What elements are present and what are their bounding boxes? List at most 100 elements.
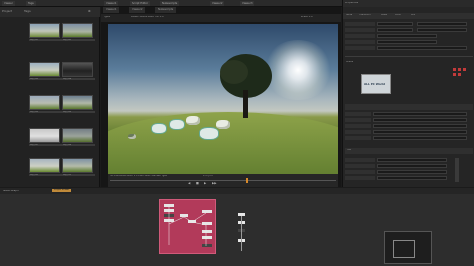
node-graph-minimap[interactable] <box>384 231 432 264</box>
sheep <box>216 120 230 129</box>
clip-label: clip_010 <box>62 174 95 176</box>
properties-panel: Properties Node Transform Mask Color Mix… <box>342 0 474 187</box>
property-label <box>345 112 371 116</box>
property-label <box>345 164 375 168</box>
property-label <box>345 158 375 162</box>
red-marker <box>453 73 456 76</box>
props-tab-mix[interactable]: Mix <box>411 14 415 16</box>
property-label <box>345 40 375 44</box>
clip-thumbnail[interactable] <box>29 23 60 38</box>
tab-viewer1[interactable]: Viewer1 <box>104 1 119 6</box>
node-connection <box>241 216 242 251</box>
viewer-panel: Viewer1 Viewer2 Nukescripts rgba RGBA 19… <box>101 7 341 187</box>
viewer-image[interactable] <box>108 24 338 174</box>
property-field[interactable] <box>377 34 437 38</box>
project-bin-panel: Project Tags ⚙ clip_001 clip_002 clip_00… <box>0 7 100 187</box>
props-tab-color[interactable]: Color <box>395 14 401 16</box>
zoom-select[interactable]: scale 1.0 <box>301 16 313 19</box>
prev-frame-icon[interactable]: ◀ <box>188 182 190 185</box>
node-backdrop[interactable] <box>159 199 216 254</box>
property-field[interactable] <box>373 124 467 128</box>
clip-label: clip_007 <box>29 144 62 146</box>
property-field[interactable] <box>373 136 467 140</box>
viewer-tab-2[interactable]: Viewer2 <box>129 7 146 13</box>
sheep <box>128 134 136 139</box>
property-field[interactable] <box>373 130 467 134</box>
viewer-tab-1[interactable]: Viewer1 <box>103 7 120 13</box>
viewer-status: HD 1920x1080 bbox: 0 0 1920 1080 channel… <box>110 175 167 177</box>
property-field[interactable] <box>417 22 467 26</box>
timeline-track[interactable] <box>110 180 336 181</box>
bin-tab-project[interactable]: Project <box>2 10 12 13</box>
property-field[interactable] <box>373 112 467 116</box>
viewer-info: RGBA 1920x1080 HD 1.0 <box>131 16 164 18</box>
clip-label: clip_003 <box>29 78 62 80</box>
tab-script-editor[interactable]: Script Editor <box>130 1 151 6</box>
clip-thumbnail[interactable] <box>29 128 60 143</box>
tree-image <box>220 54 272 118</box>
property-field[interactable] <box>377 164 447 168</box>
red-marker <box>458 68 461 71</box>
red-marker <box>453 68 456 71</box>
clip-thumbnail[interactable] <box>62 128 93 143</box>
clip-thumbnail[interactable] <box>29 62 60 77</box>
sub-properties-header <box>345 104 473 110</box>
property-label <box>345 176 375 180</box>
props-tab-mask[interactable]: Mask <box>381 14 387 16</box>
clip-thumbnail[interactable] <box>62 62 93 77</box>
property-label <box>345 130 371 134</box>
props-tab-transform[interactable]: Transform <box>359 14 371 16</box>
clip-thumbnail[interactable] <box>29 95 60 110</box>
clip-thumbnail[interactable] <box>29 158 60 173</box>
minimap-viewport[interactable] <box>393 240 415 258</box>
channel-select[interactable]: rgba <box>104 16 110 19</box>
red-marker <box>458 73 461 76</box>
clip-thumbnail[interactable] <box>62 95 93 110</box>
properties-header: Properties <box>343 0 474 7</box>
tab-viewer[interactable]: Viewer <box>2 1 15 6</box>
clip-label: clip_004 <box>62 78 95 80</box>
property-field[interactable] <box>377 170 447 174</box>
property-label <box>345 22 375 26</box>
play-icon[interactable]: ▶ <box>204 182 206 185</box>
property-label <box>345 34 375 38</box>
dag-tab-nodegraph[interactable]: Node Graph <box>3 190 19 193</box>
clip-thumbnail[interactable] <box>62 23 93 38</box>
property-label <box>345 124 371 128</box>
property-field[interactable] <box>377 46 467 50</box>
dag-tab-dopesheet[interactable]: Dope Sheet <box>52 189 72 192</box>
sheep <box>170 120 184 129</box>
property-label <box>345 136 371 140</box>
tab-nukescripts[interactable]: Nukescripts <box>160 1 180 6</box>
node-list: Grade <box>346 61 406 65</box>
tab-viewer2[interactable]: Viewer2 <box>210 1 225 6</box>
transport-controls: ◀ ■ ▶ ▶▶ <box>188 182 268 186</box>
property-field[interactable] <box>377 158 447 162</box>
props-tab-node[interactable]: Node <box>346 14 352 16</box>
property-field[interactable] <box>377 176 447 180</box>
frame-coordinates: x=0 y=0 <box>203 175 213 177</box>
property-label <box>345 170 375 174</box>
tab-viewer3[interactable]: Viewer3 <box>240 1 255 6</box>
bin-tab-tags[interactable]: Tags <box>24 10 31 13</box>
property-field[interactable] <box>417 28 467 32</box>
next-frame-icon[interactable]: ▶▶ <box>212 182 217 185</box>
property-field[interactable] <box>377 28 413 32</box>
property-field[interactable] <box>377 22 413 26</box>
stop-icon[interactable]: ■ <box>196 182 199 185</box>
color-wheel-controls[interactable] <box>455 158 459 182</box>
viewer-tab-3[interactable]: Nukescripts <box>155 7 177 13</box>
property-field[interactable] <box>373 118 467 122</box>
tab-tags[interactable]: Tags <box>26 1 36 6</box>
red-marker <box>463 68 466 71</box>
property-field[interactable] <box>377 40 437 44</box>
clip-label: clip_002 <box>62 39 95 41</box>
clip-thumbnail[interactable] <box>62 158 93 173</box>
gear-icon[interactable]: ⚙ <box>88 10 91 13</box>
grade-section-header: mix <box>345 148 473 154</box>
watermark-logo: ALL PC World <box>361 74 391 94</box>
node-graph-panel: Node Graph Dope Sheet <box>0 188 474 266</box>
bin-toolbar: Project Tags ⚙ <box>0 7 100 17</box>
timeline-bar[interactable]: HD 1920x1080 bbox: 0 0 1920 1080 channel… <box>108 174 338 187</box>
clip-label: clip_001 <box>29 39 62 41</box>
